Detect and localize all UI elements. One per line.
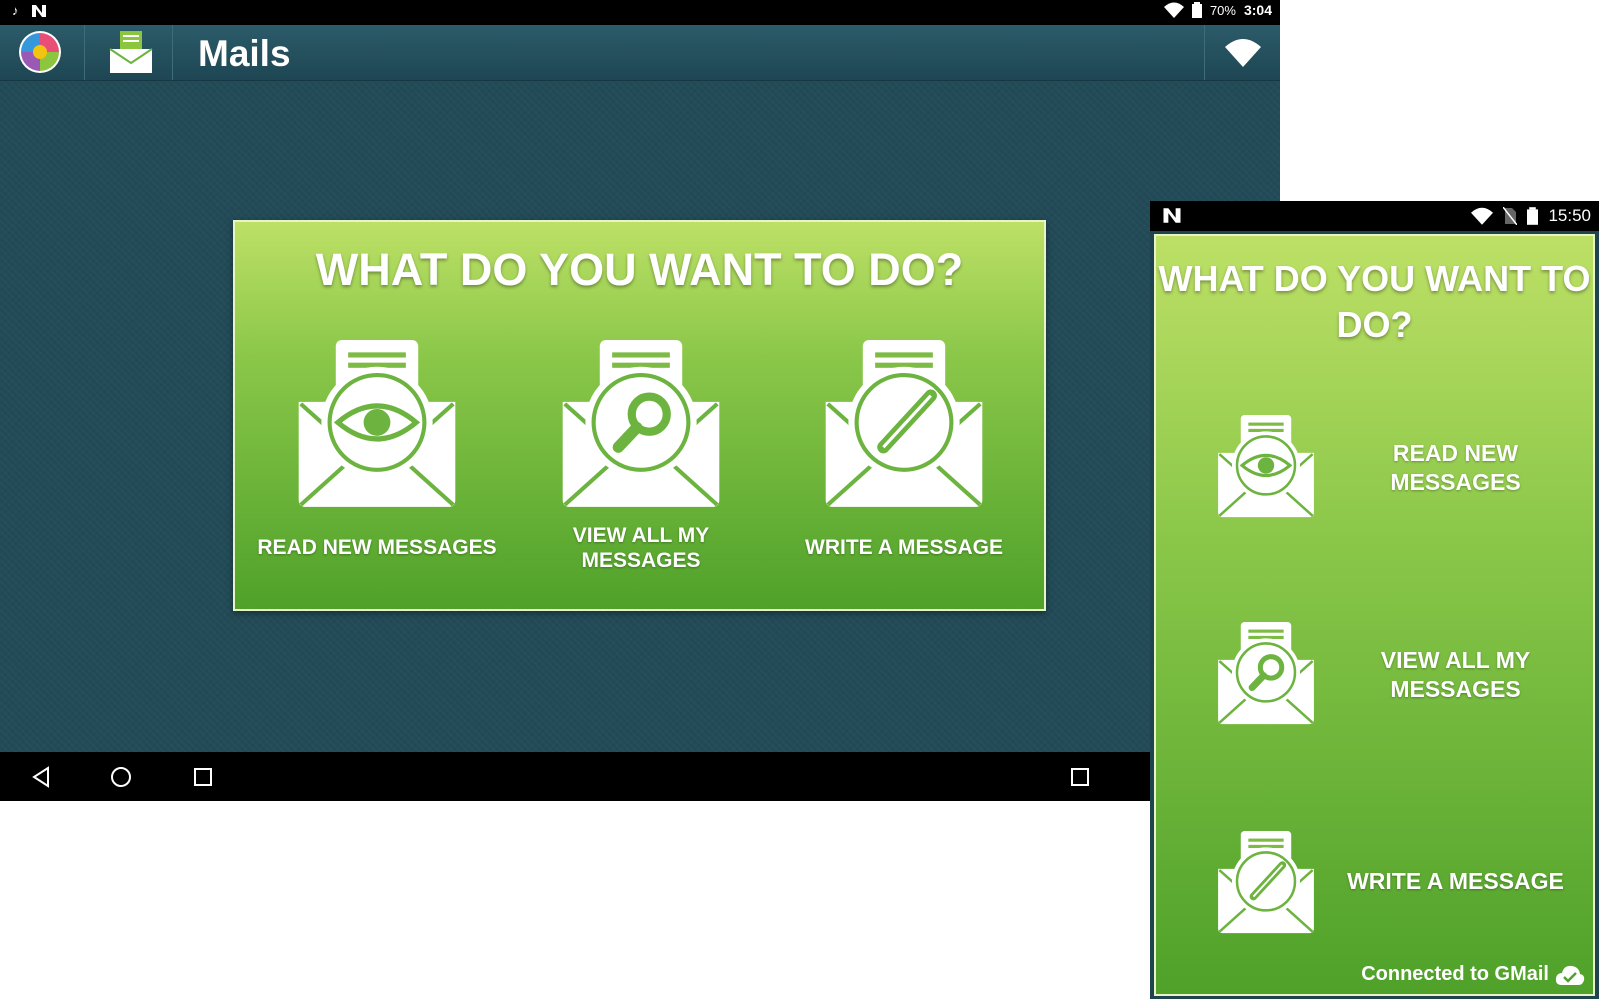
eye-envelope-icon bbox=[1214, 415, 1318, 519]
battery-icon bbox=[1527, 207, 1539, 225]
status-time: 15:50 bbox=[1548, 206, 1591, 225]
cloud-check-icon bbox=[1555, 965, 1585, 985]
battery-icon bbox=[1191, 2, 1202, 18]
panel-title: WHAT DO YOU WANT TO DO? bbox=[1158, 258, 1591, 345]
pencil-envelope-icon bbox=[1214, 831, 1318, 935]
phone-screen: 15:50 WHAT DO YOU WANT TO DO? READ NEW M… bbox=[1150, 201, 1599, 999]
write-message-button[interactable]: WRITE A MESSAGE bbox=[774, 340, 1034, 590]
recents-button[interactable] bbox=[1067, 764, 1093, 790]
wifi-icon bbox=[1224, 38, 1261, 67]
option-label: READ NEW MESSAGES bbox=[257, 536, 497, 559]
n-notification-icon bbox=[1163, 208, 1181, 223]
action-bar-divider bbox=[172, 25, 173, 80]
pencil-envelope-icon bbox=[819, 340, 989, 510]
action-panel: WHAT DO YOU WANT TO DO? READ NEW MESSAGE… bbox=[233, 220, 1046, 611]
back-icon bbox=[32, 766, 49, 788]
read-new-messages-button[interactable]: READ NEW MESSAGES bbox=[247, 340, 507, 590]
option-label: WRITE A MESSAGE bbox=[1347, 868, 1564, 894]
wifi-button[interactable] bbox=[1205, 25, 1280, 80]
action-bar-divider bbox=[84, 25, 85, 80]
n-notification-icon bbox=[31, 4, 46, 17]
magnifier-envelope-icon bbox=[1214, 622, 1318, 726]
view-all-messages-button[interactable]: VIEW ALL MY MESSAGES bbox=[1156, 622, 1593, 732]
eye-envelope-icon bbox=[292, 340, 462, 510]
app-logo-icon[interactable] bbox=[18, 30, 62, 74]
option-label: WRITE A MESSAGE bbox=[805, 536, 1003, 559]
status-time: 3:04 bbox=[1243, 2, 1272, 18]
status-bar: ♪ 70% 3:04 bbox=[0, 0, 1280, 25]
connection-status: Connected to GMail bbox=[1361, 963, 1585, 986]
recents-icon bbox=[194, 768, 212, 786]
mail-app-icon[interactable] bbox=[108, 29, 154, 75]
panel-title: WHAT DO YOU WANT TO DO? bbox=[315, 244, 964, 295]
music-note-icon: ♪ bbox=[12, 3, 19, 18]
wifi-status-icon bbox=[1471, 207, 1494, 225]
recents-icon bbox=[1071, 768, 1089, 786]
status-bar: 15:50 bbox=[1150, 201, 1599, 231]
option-label: VIEW ALL MY MESSAGES bbox=[572, 524, 710, 572]
recents-button[interactable] bbox=[190, 764, 216, 790]
home-button[interactable] bbox=[108, 764, 134, 790]
read-new-messages-button[interactable]: READ NEW MESSAGES bbox=[1156, 415, 1593, 525]
option-label: READ NEW MESSAGES bbox=[1390, 440, 1521, 495]
screen-title: Mails bbox=[198, 33, 291, 74]
option-label: VIEW ALL MY MESSAGES bbox=[1380, 647, 1531, 702]
connection-status-text: Connected to GMail bbox=[1361, 963, 1549, 985]
view-all-messages-button[interactable]: VIEW ALL MY MESSAGES bbox=[511, 340, 771, 590]
navigation-bar bbox=[0, 752, 1280, 801]
main-area: WHAT DO YOU WANT TO DO? READ NEW MESSAGE… bbox=[0, 81, 1280, 752]
magnifier-envelope-icon bbox=[556, 340, 726, 510]
tablet-screen: ♪ 70% 3:04 Mails WHAT DO YOU WANT TO DO?… bbox=[0, 0, 1280, 801]
no-sim-icon bbox=[1503, 207, 1518, 225]
action-bar: Mails bbox=[0, 25, 1280, 81]
action-panel: WHAT DO YOU WANT TO DO? READ NEW MESSAGE… bbox=[1154, 234, 1595, 996]
write-message-button[interactable]: WRITE A MESSAGE bbox=[1156, 831, 1593, 941]
home-icon bbox=[111, 767, 131, 787]
back-button[interactable] bbox=[28, 764, 54, 790]
battery-percent: 70% bbox=[1209, 2, 1236, 18]
wifi-status-icon bbox=[1163, 2, 1184, 18]
